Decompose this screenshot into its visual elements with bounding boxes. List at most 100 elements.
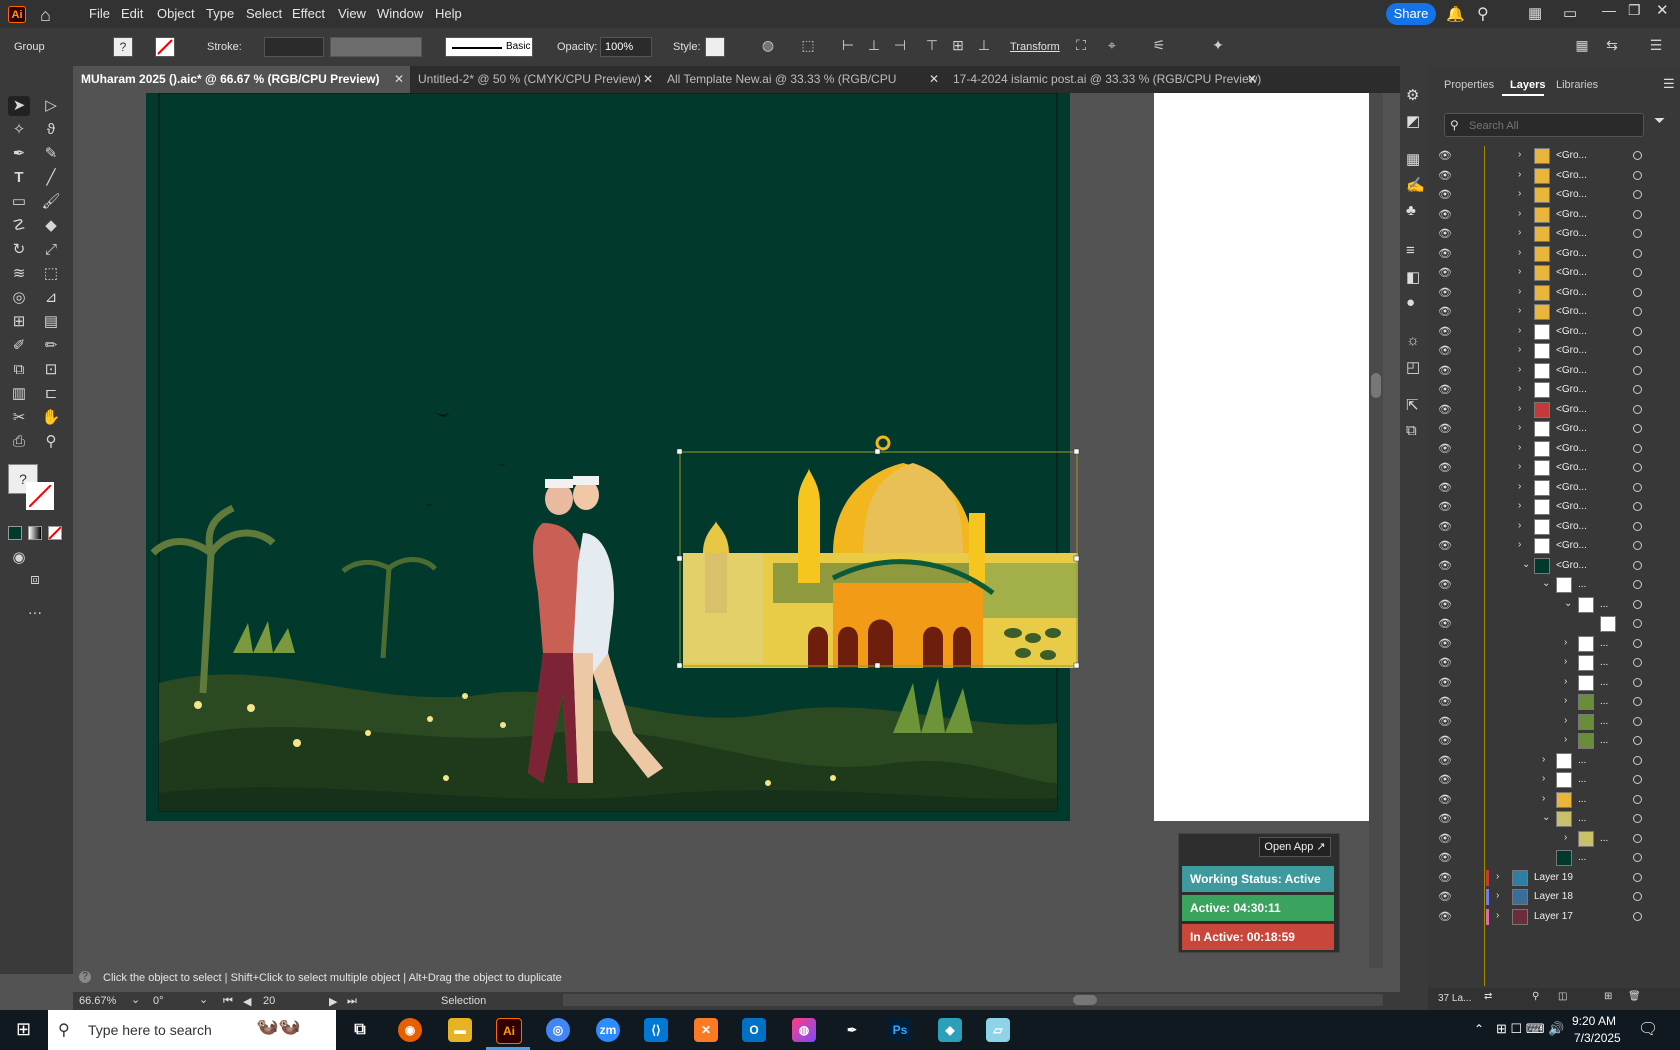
layer-row[interactable]: 👁 › <Gro... xyxy=(1428,517,1668,538)
eye-icon[interactable]: 👁 xyxy=(1438,910,1452,923)
layer-row[interactable]: 👁 ›... xyxy=(1428,712,1668,733)
layers-search-input[interactable] xyxy=(1467,117,1641,135)
locate-object-icon[interactable]: ⚲ xyxy=(1532,991,1539,1002)
layer-row[interactable]: 👁 ›... xyxy=(1428,731,1668,752)
puppet-warp-icon[interactable]: ⌖ xyxy=(1104,37,1120,53)
close-tab-icon[interactable]: ✕ xyxy=(394,66,404,93)
isolate-group-icon[interactable]: ⛶ xyxy=(1073,37,1089,53)
eye-icon[interactable]: 👁 xyxy=(1438,325,1452,338)
chevron-right-icon[interactable]: › xyxy=(1518,481,1521,492)
layer-name[interactable]: ... xyxy=(1600,657,1608,668)
task-view-icon[interactable]: ⧉ xyxy=(348,1018,372,1042)
gradient-mode-icon[interactable] xyxy=(28,526,42,540)
layer-row[interactable]: 👁 ›... xyxy=(1428,634,1668,655)
menu-file[interactable]: File xyxy=(89,6,110,21)
eye-icon[interactable]: 👁 xyxy=(1438,481,1452,494)
layer-row[interactable]: 👁 ›... xyxy=(1428,770,1668,791)
arrange-panels-icon[interactable]: ▦ xyxy=(1574,37,1590,53)
layer-name[interactable]: <Gro... xyxy=(1556,189,1587,200)
lasso-icon[interactable]: ϑ xyxy=(40,120,62,140)
eye-icon[interactable]: 👁 xyxy=(1438,188,1452,201)
chevron-right-icon[interactable]: › xyxy=(1518,422,1521,433)
creative-cloud-icon[interactable]: ◍ xyxy=(792,1018,816,1042)
eye-icon[interactable]: 👁 xyxy=(1438,715,1452,728)
chevron-right-icon[interactable]: › xyxy=(1518,500,1521,511)
chevron-right-icon[interactable]: › xyxy=(1518,442,1521,453)
eye-icon[interactable]: 👁 xyxy=(1438,793,1452,806)
layer-name[interactable]: <Gro... xyxy=(1556,384,1587,395)
eye-icon[interactable]: 👁 xyxy=(1438,851,1452,864)
layer-row[interactable]: 👁 › <Gro... xyxy=(1428,283,1668,304)
pen-tool-icon[interactable]: ✒ xyxy=(8,144,30,164)
zoom-level[interactable]: 66.67% xyxy=(79,995,116,1007)
layer-name[interactable]: Layer 17 xyxy=(1534,911,1573,922)
vscode-icon[interactable]: ⟨⟩ xyxy=(644,1018,668,1042)
magic-wand-icon[interactable]: ✧ xyxy=(8,120,30,140)
chevron-right-icon[interactable]: › xyxy=(1518,461,1521,472)
layer-row[interactable]: 👁 › <Gro... xyxy=(1428,439,1668,460)
chevron-right-icon[interactable]: › xyxy=(1518,149,1521,160)
eye-icon[interactable]: 👁 xyxy=(1438,656,1452,669)
target-circle-icon[interactable] xyxy=(1633,619,1642,628)
target-circle-icon[interactable] xyxy=(1633,424,1642,433)
clock-time[interactable]: 9:20 AM xyxy=(1572,1014,1616,1028)
variable-width-profile[interactable] xyxy=(330,37,422,57)
eye-icon[interactable]: 👁 xyxy=(1438,305,1452,318)
menu-select[interactable]: Select xyxy=(246,6,282,21)
restore-icon[interactable]: ❐ xyxy=(1628,2,1641,19)
next-artboard-icon[interactable]: ▶ xyxy=(329,995,337,1008)
chevron-right-icon[interactable]: › xyxy=(1564,637,1567,648)
arrange-documents-icon[interactable]: ▦ xyxy=(1528,4,1542,22)
layer-name[interactable]: <Gro... xyxy=(1556,521,1587,532)
eye-icon[interactable]: 👁 xyxy=(1438,403,1452,416)
chevron-right-icon[interactable]: › xyxy=(1518,539,1521,550)
opacity-field[interactable]: 100% xyxy=(600,37,652,57)
target-circle-icon[interactable] xyxy=(1633,892,1642,901)
brush-definition[interactable]: Basic xyxy=(445,37,533,57)
shape-builder-icon[interactable]: ◎ xyxy=(8,288,30,308)
rotation-value[interactable]: 0° xyxy=(153,995,164,1007)
target-circle-icon[interactable] xyxy=(1633,697,1642,706)
selection-tool-icon[interactable]: ➤ xyxy=(8,96,30,116)
eye-icon[interactable]: 👁 xyxy=(1438,890,1452,903)
layer-name[interactable]: Layer 18 xyxy=(1534,891,1573,902)
layer-row[interactable]: 👁... xyxy=(1428,848,1668,869)
chevron-right-icon[interactable]: › xyxy=(1518,227,1521,238)
tab-libraries[interactable]: Libraries xyxy=(1556,79,1598,91)
layer-name[interactable]: <Gro... xyxy=(1556,404,1587,415)
h-scrollbar-thumb[interactable] xyxy=(1073,995,1097,1005)
perspective-grid-icon[interactable]: ⊿ xyxy=(40,288,62,308)
layer-name[interactable]: ... xyxy=(1600,599,1608,610)
print-tiling-icon[interactable]: ⎙ xyxy=(8,432,30,452)
path-options-icon[interactable]: ⚟ xyxy=(1151,37,1167,53)
bell-icon[interactable]: 🔔 xyxy=(1446,5,1465,23)
target-circle-icon[interactable] xyxy=(1633,190,1642,199)
firefox-icon[interactable]: ◉ xyxy=(398,1018,422,1042)
target-circle-icon[interactable] xyxy=(1633,872,1642,882)
stroke-weight-field[interactable] xyxy=(264,37,324,57)
eye-icon[interactable]: 👁 xyxy=(1438,695,1452,708)
chevron-right-icon[interactable]: › xyxy=(1518,286,1521,297)
target-circle-icon[interactable] xyxy=(1633,911,1642,921)
swatches-icon[interactable]: ▦ xyxy=(1406,150,1420,168)
chevron-right-icon[interactable]: › xyxy=(1564,715,1567,726)
paintbrush-icon[interactable]: 🖌 xyxy=(40,192,62,212)
file-explorer-icon[interactable]: ▬ xyxy=(448,1018,472,1042)
layer-name[interactable]: ... xyxy=(1600,735,1608,746)
eye-icon[interactable]: 👁 xyxy=(1438,539,1452,552)
menu-help[interactable]: Help xyxy=(435,6,462,21)
delete-layer-icon[interactable]: 🗑 xyxy=(1628,991,1641,1002)
layer-name[interactable]: <Gro... xyxy=(1556,228,1587,239)
eye-icon[interactable]: 👁 xyxy=(1438,754,1452,767)
target-circle-icon[interactable] xyxy=(1633,599,1642,609)
brushes-icon[interactable]: ✍ xyxy=(1406,176,1425,194)
shaper-tool-icon[interactable]: ☡ xyxy=(8,216,30,236)
stroke-panel-icon[interactable]: ≡ xyxy=(1406,242,1415,259)
eye-icon[interactable]: 👁 xyxy=(1438,461,1452,474)
layer-name[interactable]: <Gro... xyxy=(1556,423,1587,434)
gradient-tool-icon[interactable]: ▤ xyxy=(40,312,62,332)
graphic-styles-icon[interactable]: ◰ xyxy=(1406,358,1420,376)
panel-menu-icon[interactable]: ☰ xyxy=(1663,76,1675,92)
eye-icon[interactable]: 👁 xyxy=(1438,559,1452,572)
layer-row[interactable]: 👁 › Layer 17 xyxy=(1428,907,1668,928)
